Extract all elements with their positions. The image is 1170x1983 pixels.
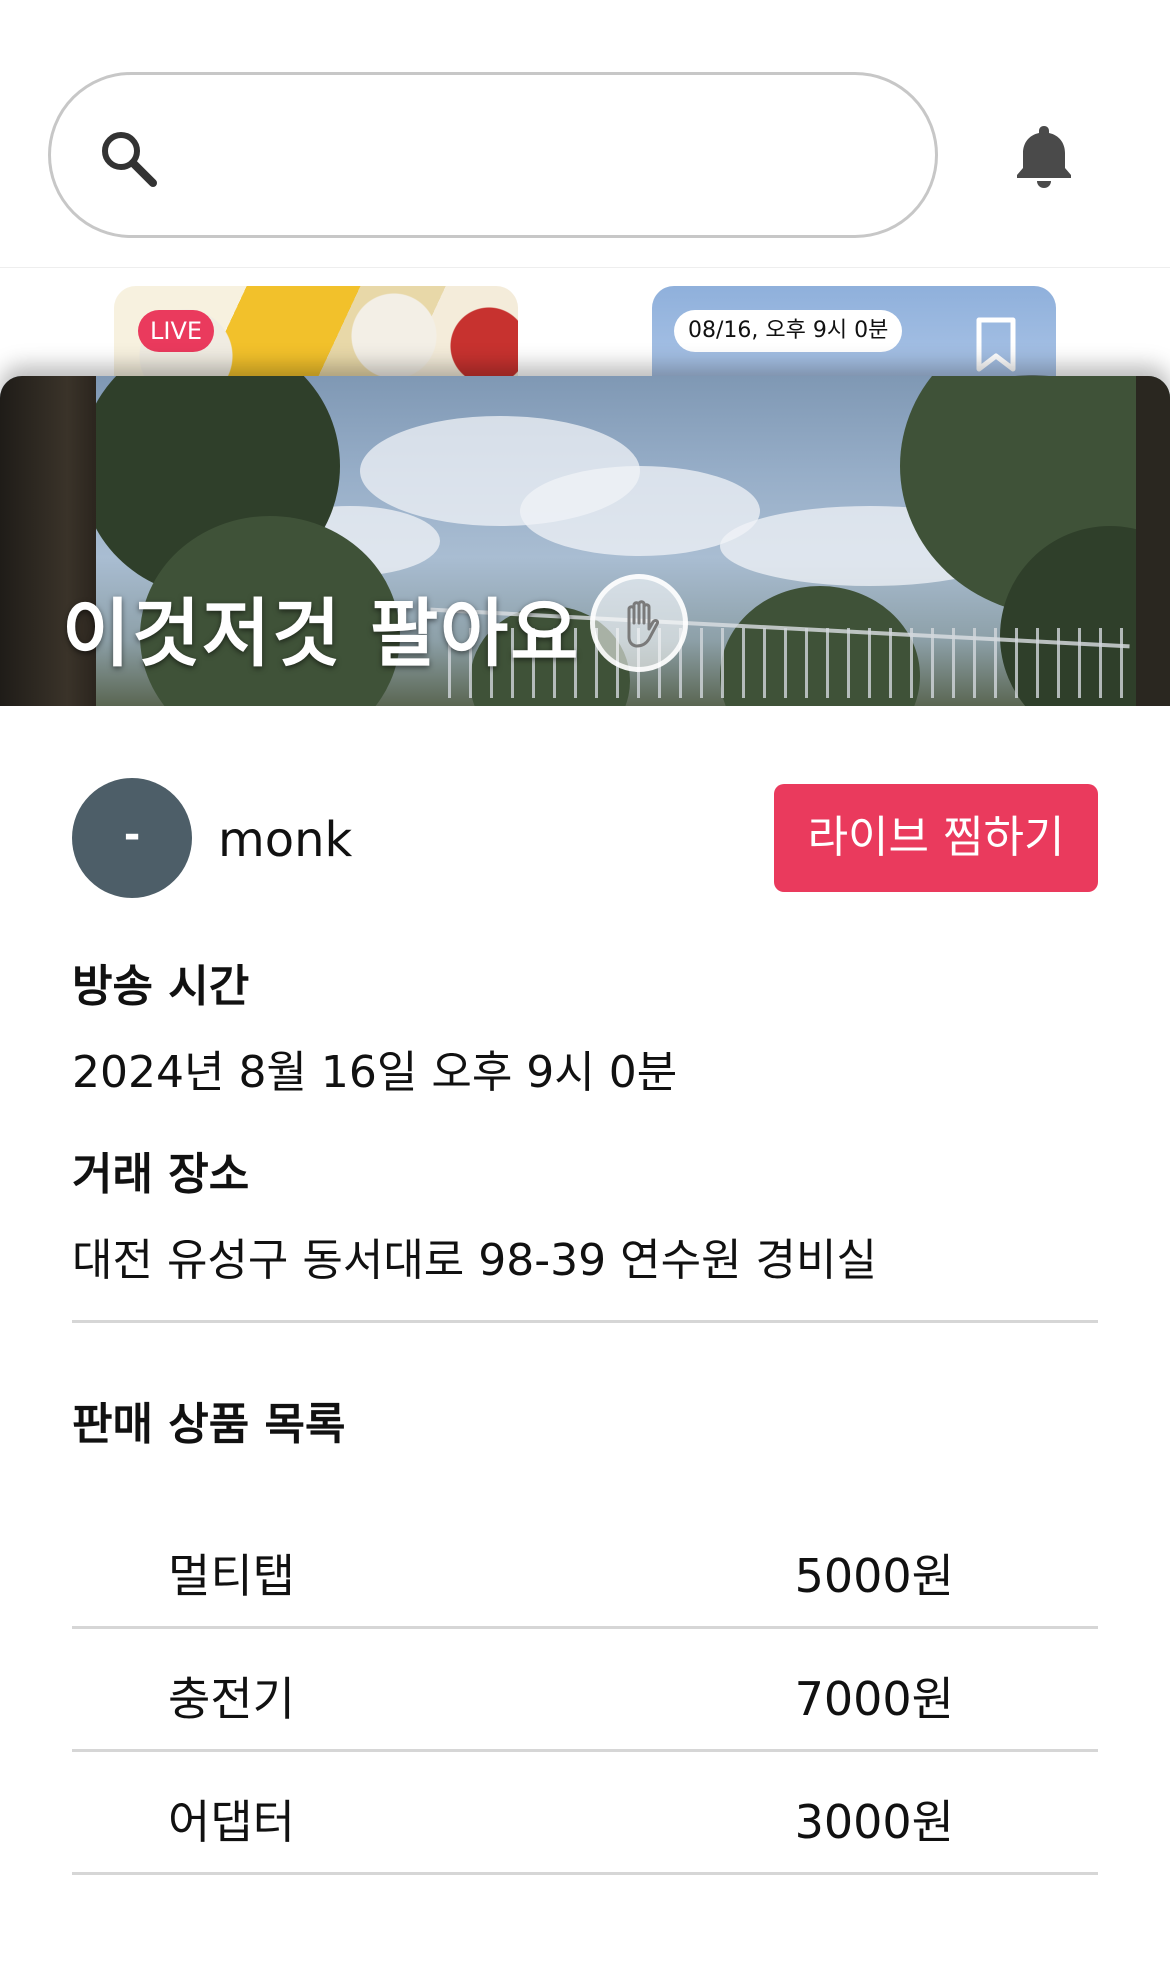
hand-icon [627, 600, 659, 648]
like-live-button[interactable]: 라이브 찜하기 [774, 784, 1098, 892]
product-name: 멀티탭 [168, 1549, 295, 1603]
broadcast-time-value: 2024년 8월 16일 오후 9시 0분 [72, 1047, 678, 1098]
product-price: 7000원 [794, 1672, 954, 1726]
search-input[interactable] [181, 115, 901, 195]
host-avatar[interactable]: - [72, 778, 192, 898]
trade-location-label: 거래 장소 [72, 1149, 250, 1200]
bookmark-icon[interactable] [974, 316, 1018, 374]
top-bar: LIVE 08/16, 오후 9시 0분 [0, 0, 1170, 436]
product-list: 멀티탭 5000원 충전기 7000원 어댑터 3000원 [72, 1506, 1098, 1875]
bell-icon[interactable] [1012, 122, 1076, 190]
product-name: 충전기 [168, 1672, 295, 1726]
live-badge: LIVE [138, 310, 215, 352]
product-row[interactable]: 어댑터 3000원 [72, 1752, 1098, 1875]
search-bar[interactable] [48, 72, 938, 238]
trade-location-value: 대전 유성구 동서대로 98-39 연수원 경비실 [72, 1235, 877, 1286]
live-cover-image: 이것저것 팔아요 [0, 376, 1170, 706]
product-row[interactable]: 충전기 7000원 [72, 1629, 1098, 1752]
broadcast-time-label: 방송 시간 [72, 961, 250, 1012]
search-icon[interactable] [97, 127, 161, 191]
host-name[interactable]: monk [218, 812, 352, 868]
raise-hand-button[interactable] [590, 574, 688, 672]
schedule-date-badge: 08/16, 오후 9시 0분 [674, 310, 903, 352]
product-name: 어댑터 [168, 1795, 295, 1849]
live-detail-sheet: 이것저것 팔아요 - monk 라이브 찜하기 방송 시간 2024년 8월 1… [0, 376, 1170, 1983]
section-divider [72, 1320, 1098, 1323]
product-price: 5000원 [794, 1549, 954, 1603]
product-row[interactable]: 멀티탭 5000원 [72, 1506, 1098, 1629]
live-title: 이것저것 팔아요 [62, 591, 581, 677]
product-price: 3000원 [794, 1795, 954, 1849]
products-title: 판매 상품 목록 [72, 1399, 346, 1450]
